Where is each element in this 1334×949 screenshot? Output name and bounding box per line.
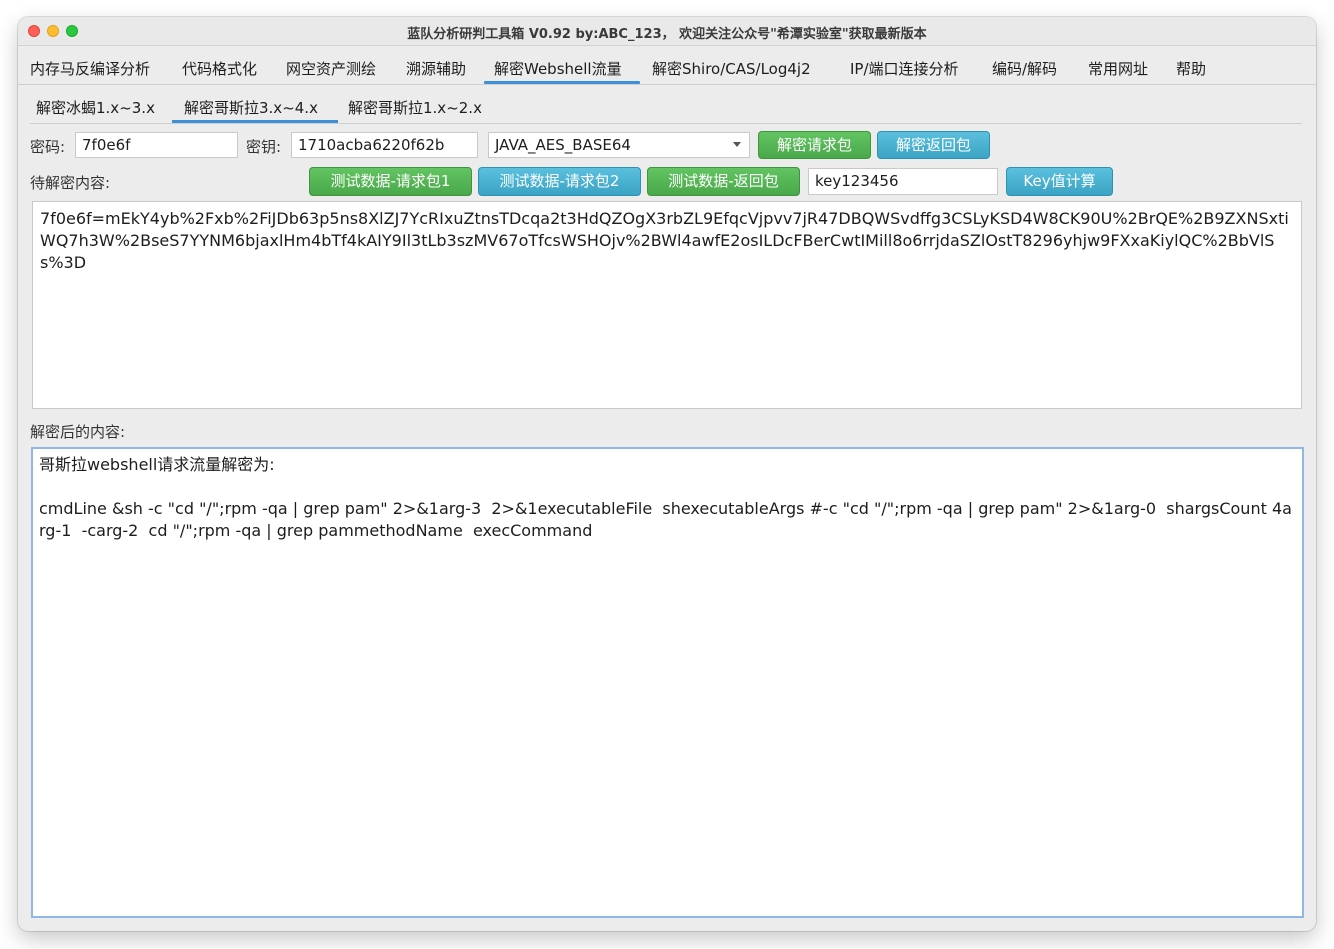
test-response-button[interactable]: 测试数据-返回包: [647, 167, 800, 196]
encrypted-input-textarea[interactable]: 7f0e6f=mEkY4yb%2Fxb%2FiJDb63p5ns8XlZJ7Yc…: [32, 201, 1302, 409]
pending-content-label: 待解密内容:: [30, 174, 111, 192]
test-request2-button[interactable]: 测试数据-请求包2: [478, 167, 641, 196]
tab-asset-mapping[interactable]: 网空资产测绘: [286, 58, 376, 79]
sub-tab-bar: 解密冰蝎1.x~3.x 解密哥斯拉3.x~4.x 解密哥斯拉1.x~2.x: [30, 85, 1302, 124]
password-input[interactable]: 7f0e6f: [75, 132, 238, 158]
decrypted-content-label: 解密后的内容:: [30, 423, 126, 441]
active-tab-indicator: [484, 81, 640, 84]
tab-shiro-cas-log4j2[interactable]: 解密Shiro/CAS/Log4j2: [652, 58, 811, 79]
subtab-behinder[interactable]: 解密冰蝎1.x~3.x: [36, 97, 155, 118]
tab-help[interactable]: 帮助: [1176, 58, 1206, 79]
subtab-godzilla-1-2[interactable]: 解密哥斯拉1.x~2.x: [348, 97, 482, 118]
encryption-mode-value: JAVA_AES_BASE64: [495, 136, 631, 154]
output-command-line: cmdLine &sh -c "cd "/";rpm -qa | grep pa…: [39, 499, 1292, 540]
key-calc-input[interactable]: key123456: [808, 168, 998, 195]
decrypt-request-button[interactable]: 解密请求包: [758, 131, 871, 159]
tab-webshell-decrypt[interactable]: 解密Webshell流量: [494, 58, 622, 79]
window-title: 蓝队分析研判工具箱 V0.92 by:ABC_123， 欢迎关注公众号"希潭实验…: [407, 27, 927, 42]
tab-trace-assist[interactable]: 溯源辅助: [406, 58, 466, 79]
subtab-godzilla-3-4[interactable]: 解密哥斯拉3.x~4.x: [184, 97, 318, 118]
title-bar: 蓝队分析研判工具箱 V0.92 by:ABC_123， 欢迎关注公众号"希潭实验…: [18, 17, 1316, 46]
chevron-down-icon: [733, 142, 741, 147]
password-label: 密码:: [30, 138, 66, 156]
encryption-mode-select[interactable]: JAVA_AES_BASE64: [488, 132, 750, 158]
output-heading-line: 哥斯拉webshell请求流量解密为:: [39, 455, 275, 474]
tab-encode-decode[interactable]: 编码/解码: [992, 58, 1057, 79]
app-window: 蓝队分析研判工具箱 V0.92 by:ABC_123， 欢迎关注公众号"希潭实验…: [18, 17, 1316, 931]
tab-common-urls[interactable]: 常用网址: [1088, 58, 1148, 79]
tab-code-format[interactable]: 代码格式化: [182, 58, 257, 79]
key-input[interactable]: 1710acba6220f62b: [291, 132, 478, 158]
output-blank-line: [39, 476, 1296, 498]
decrypt-response-button[interactable]: 解密返回包: [877, 131, 990, 159]
tab-ip-port-analysis[interactable]: IP/端口连接分析: [850, 58, 959, 79]
decrypted-output-textarea[interactable]: 哥斯拉webshell请求流量解密为: cmdLine &sh -c "cd "…: [31, 447, 1304, 918]
active-subtab-indicator: [172, 120, 338, 123]
test-request1-button[interactable]: 测试数据-请求包1: [309, 167, 472, 196]
key-calc-button[interactable]: Key值计算: [1006, 167, 1113, 196]
tab-memshell-decompile[interactable]: 内存马反编译分析: [30, 58, 150, 79]
main-tab-bar: 内存马反编译分析 代码格式化 网空资产测绘 溯源辅助 解密Webshell流量 …: [18, 46, 1316, 85]
key-label: 密钥:: [246, 138, 282, 156]
